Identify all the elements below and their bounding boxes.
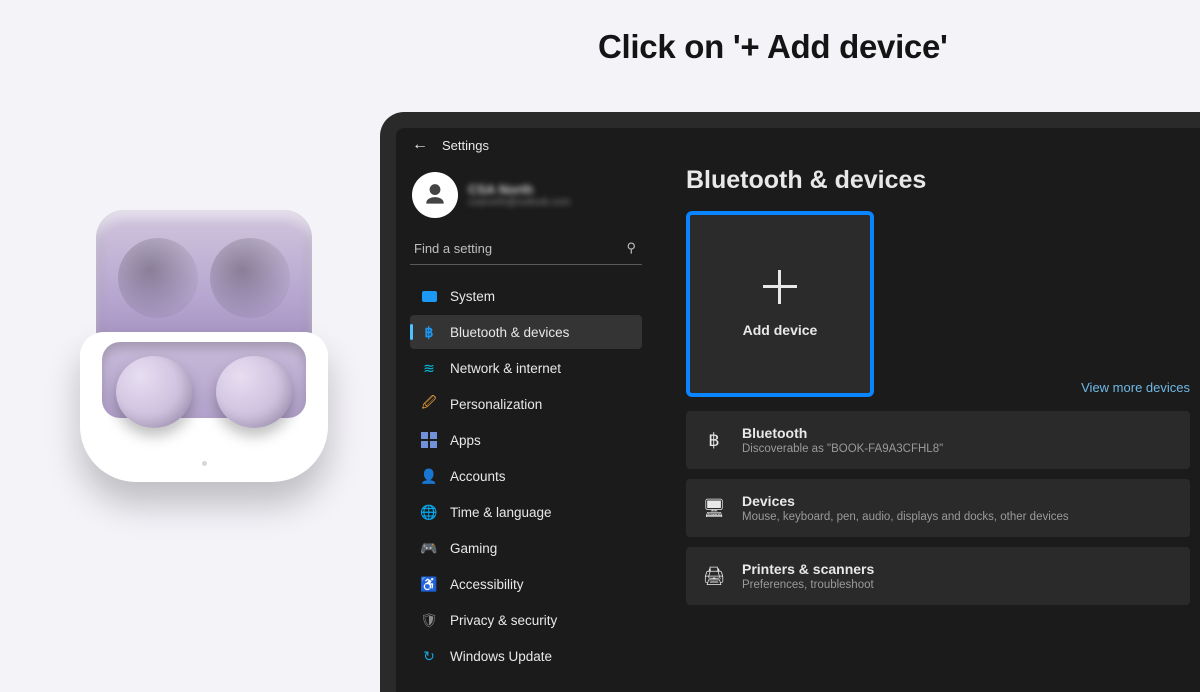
sidebar-item-label: Gaming bbox=[450, 541, 497, 556]
add-device-label: Add device bbox=[743, 322, 818, 338]
sidebar-item-label: Bluetooth & devices bbox=[450, 325, 569, 340]
setting-row-devices[interactable]: 🖥 Devices Mouse, keyboard, pen, audio, d… bbox=[686, 479, 1190, 537]
add-device-tile[interactable]: Add device bbox=[686, 211, 874, 397]
sidebar-item-personalization[interactable]: 🖉 Personalization bbox=[410, 387, 642, 421]
wifi-icon: ≋ bbox=[420, 359, 438, 377]
shield-icon: 🛡 bbox=[420, 611, 438, 629]
search-icon: ⚲ bbox=[626, 240, 636, 256]
avatar bbox=[412, 172, 458, 218]
sidebar-item-label: Time & language bbox=[450, 505, 552, 520]
settings-window: ← Settings CSA North csanorth@outlook.co… bbox=[396, 128, 1200, 692]
sidebar-item-time-language[interactable]: 🌐 Time & language bbox=[410, 495, 642, 529]
sidebar-item-label: Apps bbox=[450, 433, 481, 448]
view-more-devices-link[interactable]: View more devices bbox=[1081, 380, 1190, 395]
user-display-name: CSA North bbox=[468, 182, 570, 197]
sidebar-item-gaming[interactable]: 🎮 Gaming bbox=[410, 531, 642, 565]
sidebar-item-bluetooth-devices[interactable]: ฿ Bluetooth & devices bbox=[410, 315, 642, 349]
instruction-caption: Click on '+ Add device' bbox=[598, 28, 948, 66]
sidebar-item-windows-update[interactable]: ↻ Windows Update bbox=[410, 639, 642, 673]
accessibility-icon: ♿ bbox=[420, 575, 438, 593]
sidebar-item-label: Accounts bbox=[450, 469, 506, 484]
sidebar-item-system[interactable]: System bbox=[410, 279, 642, 313]
main-pane: Bluetooth & devices Add device View more… bbox=[656, 162, 1200, 686]
bluetooth-icon: ฿ bbox=[420, 323, 438, 341]
app-title: Settings bbox=[442, 138, 489, 153]
devices-icon: 🖥 bbox=[702, 498, 726, 519]
setting-row-text: Bluetooth Discoverable as "BOOK-FA9A3CFH… bbox=[742, 425, 943, 455]
setting-row-text: Devices Mouse, keyboard, pen, audio, dis… bbox=[742, 493, 1069, 523]
page-title: Bluetooth & devices bbox=[686, 166, 1190, 195]
globe-icon: 🌐 bbox=[420, 503, 438, 521]
setting-row-subtitle: Preferences, troubleshoot bbox=[742, 579, 874, 591]
sidebar-item-accessibility[interactable]: ♿ Accessibility bbox=[410, 567, 642, 601]
apps-grid-icon bbox=[420, 431, 438, 449]
setting-row-title: Printers & scanners bbox=[742, 561, 874, 577]
sidebar-nav: System ฿ Bluetooth & devices ≋ Network &… bbox=[410, 279, 642, 673]
display-icon bbox=[420, 287, 438, 305]
person-icon bbox=[422, 182, 448, 208]
sidebar-item-label: Privacy & security bbox=[450, 613, 557, 628]
setting-row-text: Printers & scanners Preferences, trouble… bbox=[742, 561, 874, 591]
sidebar-item-privacy-security[interactable]: 🛡 Privacy & security bbox=[410, 603, 642, 637]
sidebar-item-label: Network & internet bbox=[450, 361, 561, 376]
sidebar-item-label: Personalization bbox=[450, 397, 542, 412]
sidebar-item-accounts[interactable]: 👤 Accounts bbox=[410, 459, 642, 493]
back-button[interactable]: ← bbox=[412, 136, 428, 154]
setting-row-bluetooth[interactable]: ฿ Bluetooth Discoverable as "BOOK-FA9A3C… bbox=[686, 411, 1190, 469]
user-email: csanorth@outlook.com bbox=[468, 197, 570, 208]
case-led-indicator bbox=[202, 461, 207, 466]
search-field[interactable]: ⚲ bbox=[410, 234, 642, 265]
earbuds-case-body bbox=[80, 332, 328, 482]
printer-icon: 🖨 bbox=[702, 566, 726, 587]
device-tiles-row: Add device View more devices bbox=[686, 211, 1190, 397]
plus-icon bbox=[763, 270, 797, 304]
sidebar-item-label: System bbox=[450, 289, 495, 304]
user-account-row[interactable]: CSA North csanorth@outlook.com bbox=[412, 172, 642, 218]
sidebar-item-network[interactable]: ≋ Network & internet bbox=[410, 351, 642, 385]
gamepad-icon: 🎮 bbox=[420, 539, 438, 557]
update-arrows-icon: ↻ bbox=[420, 647, 438, 665]
sidebar-item-label: Windows Update bbox=[450, 649, 552, 664]
paintbrush-icon: 🖉 bbox=[420, 395, 438, 413]
setting-row-title: Bluetooth bbox=[742, 425, 943, 441]
setting-row-subtitle: Mouse, keyboard, pen, audio, displays an… bbox=[742, 511, 1069, 523]
sidebar-item-label: Accessibility bbox=[450, 577, 524, 592]
earbud-left bbox=[116, 356, 192, 428]
sidebar-item-apps[interactable]: Apps bbox=[410, 423, 642, 457]
title-bar: ← Settings bbox=[396, 128, 1200, 162]
user-meta: CSA North csanorth@outlook.com bbox=[468, 182, 570, 208]
earbud-right bbox=[216, 356, 292, 428]
setting-row-printers[interactable]: 🖨 Printers & scanners Preferences, troub… bbox=[686, 547, 1190, 605]
setting-row-subtitle: Discoverable as "BOOK-FA9A3CFHL8" bbox=[742, 443, 943, 455]
sidebar: CSA North csanorth@outlook.com ⚲ System … bbox=[396, 162, 656, 686]
earbuds-illustration bbox=[80, 210, 328, 490]
person-icon: 👤 bbox=[420, 467, 438, 485]
bluetooth-icon: ฿ bbox=[702, 430, 726, 451]
setting-row-title: Devices bbox=[742, 493, 1069, 509]
laptop-frame: ← Settings CSA North csanorth@outlook.co… bbox=[380, 112, 1200, 692]
search-input[interactable] bbox=[414, 241, 626, 256]
